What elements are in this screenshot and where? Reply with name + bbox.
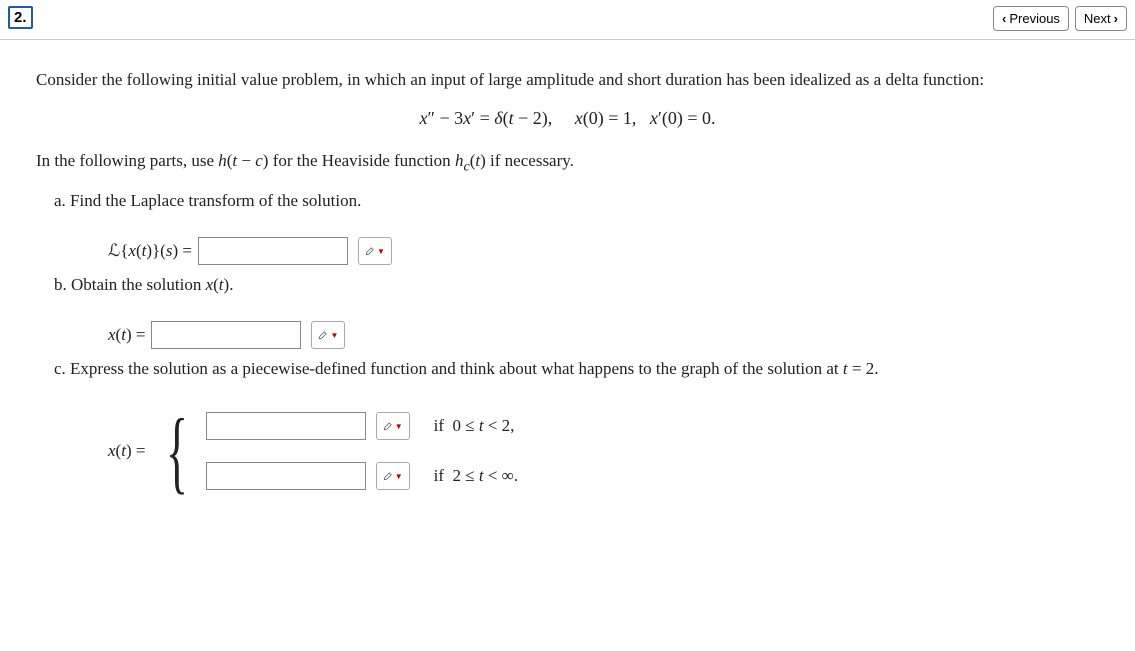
dropdown-triangle-icon: ▼ — [395, 422, 403, 431]
next-label: Next — [1084, 11, 1111, 26]
next-button[interactable]: Next › — [1075, 6, 1127, 31]
equation-editor-button[interactable]: ▼ — [376, 412, 410, 440]
dropdown-triangle-icon: ▼ — [331, 331, 339, 340]
part-b-label: x(t) = — [108, 325, 145, 345]
problem-equation: x″ − 3x′ = δ(t − 2), x(0) = 1, x′(0) = 0… — [36, 108, 1099, 129]
equation-editor-button[interactable]: ▼ — [376, 462, 410, 490]
left-brace-icon: { — [166, 405, 188, 497]
part-b-answer-row: x(t) = ▼ — [108, 321, 1099, 349]
topbar: 2. ‹ Previous Next › — [0, 0, 1135, 40]
problem-content: Consider the following initial value pro… — [0, 40, 1135, 537]
nav-buttons: ‹ Previous Next › — [993, 6, 1127, 31]
piecewise-condition-1: if 0 ≤ t < 2, — [434, 416, 515, 436]
dropdown-triangle-icon: ▼ — [377, 247, 385, 256]
chevron-left-icon: ‹ — [1002, 11, 1006, 26]
pencil-icon — [383, 469, 393, 483]
question-number-badge: 2. — [8, 6, 33, 29]
part-b-text: b. Obtain the solution x(t). — [54, 275, 1099, 295]
equation-editor-button[interactable]: ▼ — [311, 321, 345, 349]
part-c-label: x(t) = — [108, 441, 145, 461]
previous-button[interactable]: ‹ Previous — [993, 6, 1069, 31]
piecewise-rows: ▼ if 0 ≤ t < 2, ▼ if 2 ≤ t < ∞. — [206, 412, 518, 490]
part-c-input-2[interactable] — [206, 462, 366, 490]
part-a-answer-row: ℒ{x(t)}(s) = ▼ — [108, 237, 1099, 265]
pencil-icon — [365, 244, 375, 258]
pencil-icon — [383, 419, 393, 433]
part-a-input[interactable] — [198, 237, 348, 265]
heaviside-note: In the following parts, use h(t − c) for… — [36, 151, 1099, 175]
chevron-right-icon: › — [1114, 11, 1118, 26]
equation-editor-button[interactable]: ▼ — [358, 237, 392, 265]
piecewise-row-2: ▼ if 2 ≤ t < ∞. — [206, 462, 518, 490]
previous-label: Previous — [1009, 11, 1060, 26]
part-c-piecewise: x(t) = { ▼ if 0 ≤ t < 2, ▼ if 2 ≤ t < ∞. — [108, 405, 1099, 497]
piecewise-condition-2: if 2 ≤ t < ∞. — [434, 466, 518, 486]
part-b-input[interactable] — [151, 321, 301, 349]
part-c-input-1[interactable] — [206, 412, 366, 440]
problem-intro: Consider the following initial value pro… — [36, 70, 1099, 90]
piecewise-row-1: ▼ if 0 ≤ t < 2, — [206, 412, 518, 440]
part-a-label: ℒ{x(t)}(s) = — [108, 241, 192, 261]
part-c-text: c. Express the solution as a piecewise-d… — [54, 359, 1099, 379]
dropdown-triangle-icon: ▼ — [395, 472, 403, 481]
part-a-text: a. Find the Laplace transform of the sol… — [54, 191, 1099, 211]
pencil-icon — [318, 328, 328, 342]
